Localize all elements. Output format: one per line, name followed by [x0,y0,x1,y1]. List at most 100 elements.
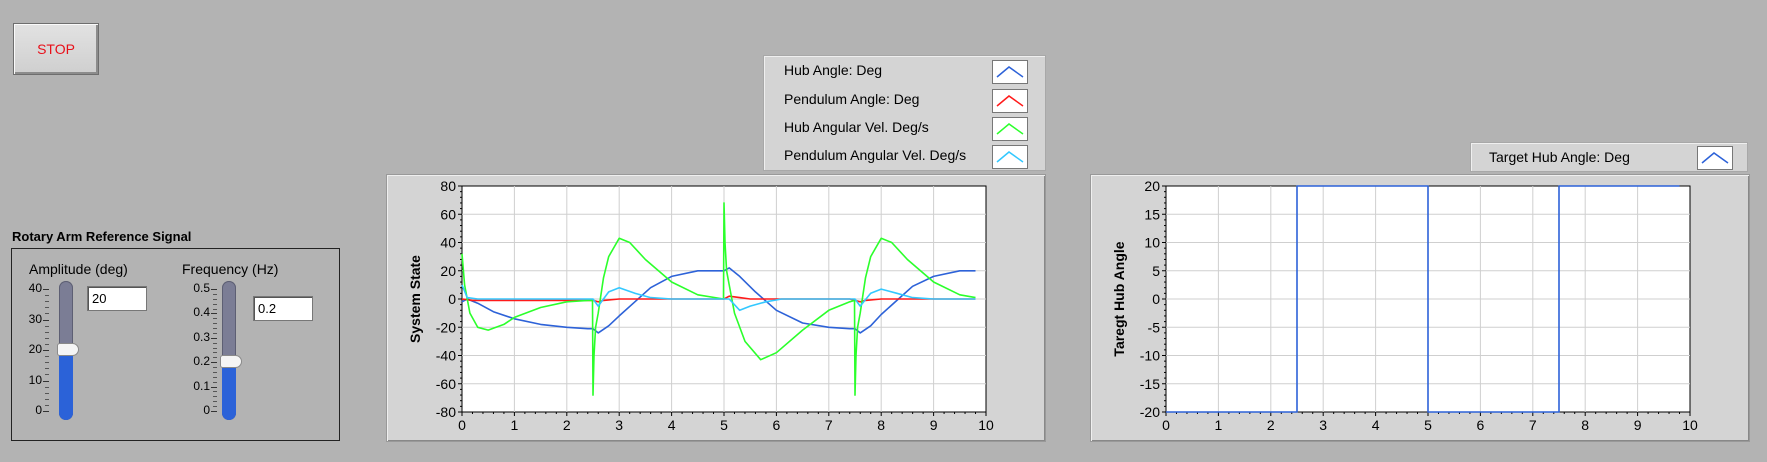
x-tick-label: 2 [563,417,571,433]
frequency-scale-tick [211,313,217,315]
amplitude-scale-tick [43,319,49,321]
y-tick-label: -80 [436,404,456,420]
frequency-scale: 0.5 0.4 0.3 0.2 0.1 0 [182,281,217,423]
frequency-scale-minor-tick [213,347,217,349]
y-tick-label: 60 [440,206,456,222]
amplitude-scale-minor-tick [45,374,49,376]
y-tick-label: -15 [1140,376,1160,392]
frequency-scale-tick [211,362,217,364]
frequency-slider-thumb[interactable] [220,355,242,369]
legend-label-pendulum-velocity: Pendulum Angular Vel. Deg/s [784,147,967,163]
x-tick-label: 10 [1682,417,1698,433]
frequency-scale-minor-tick [213,308,217,310]
frequency-scale-minor-tick [213,367,217,369]
x-tick-label: 1 [1215,417,1223,433]
x-tick-label: 2 [1267,417,1275,433]
frequency-scale-tick [211,411,217,412]
x-tick-label: 10 [978,417,994,433]
frequency-scale-tick [211,386,217,388]
x-tick-label: 8 [1581,417,1589,433]
x-tick-label: 4 [668,417,676,433]
frequency-scale-tick-label: 0.5 [193,281,210,295]
y-axis-label: System State [407,255,423,343]
x-tick-label: 3 [615,417,623,433]
frequency-slider-track[interactable] [222,281,236,420]
x-tick-label: 7 [1529,417,1537,433]
x-tick-label: 6 [1477,417,1485,433]
system-state-chart[interactable]: 0 1 2 3 4 5 6 7 8 9 10 80 60 40 20 0 -20 -40 -60 -80 System … [386,174,1046,442]
frequency-scale-minor-tick [213,396,217,398]
target-hub-angle-chart[interactable]: 0 1 2 3 4 5 6 7 8 9 10 20 15 10 5 0 -5 -10 -15 -20 Taregt Hu… [1090,174,1750,442]
amplitude-scale-minor-tick [45,295,49,297]
y-tick-label: 5 [1152,263,1160,279]
amplitude-scale-minor-tick [45,325,49,327]
system-state-legend: Hub Angle: Deg Pendulum Angle: Deg Hub A… [763,55,1046,171]
legend-swatch-hub-velocity[interactable] [992,117,1028,141]
frequency-scale-minor-tick [213,381,217,383]
legend-swatch-pendulum-angle[interactable] [992,89,1028,113]
amplitude-scale-minor-tick [45,368,49,370]
legend-swatch-hub-angle[interactable] [992,60,1028,84]
amplitude-scale-minor-tick [45,356,49,358]
stop-button[interactable]: STOP [13,23,99,75]
frequency-scale-tick [211,289,217,290]
amplitude-scale-minor-tick [45,301,49,303]
legend-swatch-target-hub-angle[interactable] [1697,146,1733,170]
amplitude-scale-minor-tick [45,307,49,309]
x-tick-label: 0 [1162,417,1170,433]
legend-label-target-hub-angle: Target Hub Angle: Deg [1489,149,1630,165]
amplitude-scale-tick-label: 40 [28,281,42,295]
amplitude-slider-fill [59,350,73,420]
frequency-scale-minor-tick [213,391,217,393]
target-hub-angle-legend: Target Hub Angle: Deg [1470,142,1748,172]
amplitude-scale-minor-tick [45,386,49,388]
x-tick-label: 7 [825,417,833,433]
frequency-scale-minor-tick [213,342,217,344]
amplitude-scale-minor-tick [45,398,49,400]
frequency-label: Frequency (Hz) [182,261,279,277]
amplitude-input[interactable]: 20 [87,286,147,311]
y-tick-label: 15 [1144,206,1160,222]
frequency-scale-tick [211,337,217,339]
amplitude-slider-thumb[interactable] [57,343,79,356]
x-tick-label: 9 [930,417,938,433]
amplitude-scale: 40 30 20 10 0 [14,281,49,423]
frequency-scale-tick-label: 0.2 [193,354,210,369]
x-tick-label: 0 [458,417,466,433]
amplitude-scale-tick-label: 10 [28,372,42,387]
frequency-scale-minor-tick [213,328,217,330]
x-tick-label: 5 [1424,417,1432,433]
amplitude-scale-minor-tick [45,392,49,394]
x-tick-label: 8 [877,417,885,433]
legend-label-hub-velocity: Hub Angular Vel. Deg/s [784,119,929,135]
y-tick-label: -20 [436,319,456,335]
frequency-scale-minor-tick [213,298,217,300]
x-tick-label: 5 [720,417,728,433]
frequency-scale-minor-tick [213,406,217,408]
reference-signal-title: Rotary Arm Reference Signal [12,229,192,244]
amplitude-scale-minor-tick [45,343,49,345]
amplitude-label: Amplitude (deg) [29,261,128,277]
y-tick-label: -60 [436,376,456,392]
frequency-input[interactable]: 0.2 [253,296,313,321]
frequency-scale-tick-label: 0 [203,403,210,417]
amplitude-scale-minor-tick [45,362,49,364]
x-tick-label: 1 [511,417,519,433]
y-tick-label: 80 [440,178,456,194]
amplitude-scale-minor-tick [45,331,49,333]
amplitude-scale-tick [43,350,49,351]
frequency-scale-minor-tick [213,323,217,325]
legend-swatch-pendulum-velocity[interactable] [992,145,1028,169]
legend-label-pendulum-angle: Pendulum Angle: Deg [784,91,920,107]
y-tick-label: -20 [1140,404,1160,420]
frequency-scale-minor-tick [213,303,217,305]
y-axis-label: Taregt Hub Angle [1111,241,1127,356]
y-tick-label: 0 [448,291,456,307]
x-tick-label: 3 [1319,417,1327,433]
x-tick-label: 4 [1372,417,1380,433]
y-tick-label: -5 [1148,319,1161,335]
amplitude-scale-tick-label: 20 [28,342,42,356]
frequency-scale-minor-tick [213,352,217,354]
amplitude-scale-tick-label: 0 [35,403,42,417]
frequency-scale-minor-tick [213,371,217,373]
